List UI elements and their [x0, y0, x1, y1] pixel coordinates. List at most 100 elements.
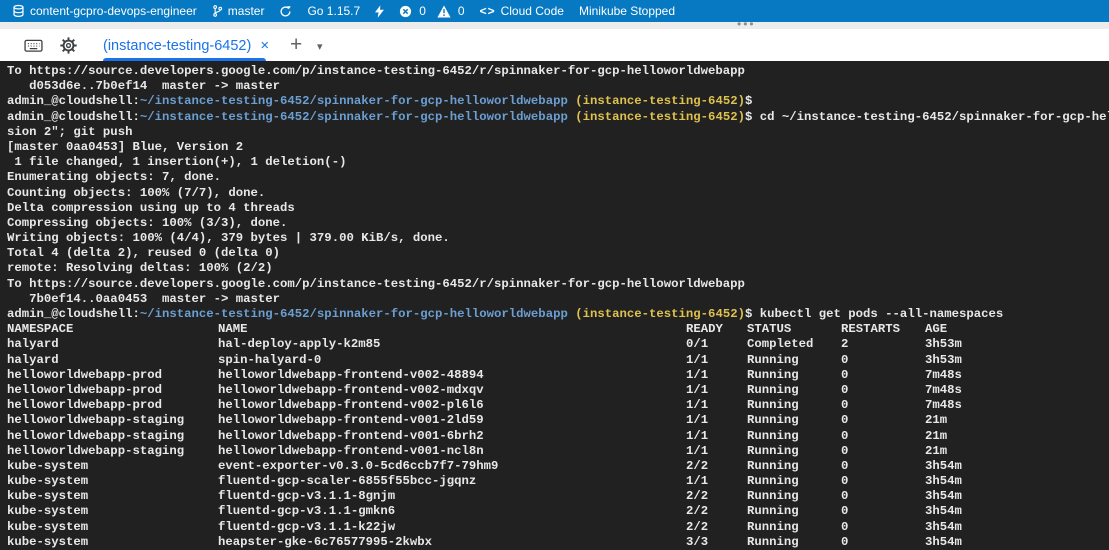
pod-cell: 7m48s [925, 383, 962, 398]
terminal-line: To https://source.developers.google.com/… [7, 277, 1109, 292]
pod-cell: halyard [7, 353, 59, 368]
pod-row: kube-systemfluentd-gcp-v3.1.1-gmkn62/2Ru… [7, 504, 1109, 519]
pod-cell: Running [747, 489, 799, 504]
terminal-line: Delta compression using up to 4 threads [7, 201, 1109, 216]
statusbar-minikube[interactable]: Minikube Stopped [579, 0, 675, 22]
pod-column-header: STATUS [747, 322, 791, 337]
pod-cell: 1/1 [686, 353, 708, 368]
statusbar-sync[interactable] [279, 0, 292, 22]
pod-cell: helloworldwebapp-frontend-v002-48894 [218, 368, 484, 383]
warning-count: 0 [458, 4, 465, 18]
pod-row: kube-systemheapster-gke-6c76577995-2kwbx… [7, 535, 1109, 550]
panel-splitter: ••• [0, 22, 1109, 29]
pod-cell: 1/1 [686, 444, 708, 459]
pod-cell: Running [747, 459, 799, 474]
pod-cell: kube-system [7, 520, 88, 535]
terminal-prompt-line: admin_@cloudshell:~/instance-testing-645… [7, 110, 1109, 125]
pod-cell: 0/1 [686, 337, 708, 352]
prompt-command: $ kubectl get pods --all-namespaces [745, 307, 1003, 321]
error-count: 0 [419, 4, 426, 18]
terminal-output[interactable]: To https://source.developers.google.com/… [0, 61, 1109, 550]
pod-cell: helloworldwebapp-frontend-v002-mdxqv [218, 383, 484, 398]
pod-cell: fluentd-gcp-v3.1.1-k22jw [218, 520, 395, 535]
pod-cell: 21m [925, 444, 947, 459]
pod-table-header: NAMESPACENAMEREADYSTATUSRESTARTSAGE [7, 322, 1109, 337]
prompt-path: ~/instance-testing-6452/spinnaker-for-gc… [140, 94, 568, 108]
statusbar-cloud-code[interactable]: <> Cloud Code [480, 0, 564, 22]
pod-cell: 7m48s [925, 368, 962, 383]
pod-cell: 0 [841, 383, 848, 398]
terminal-tab-bar: (instance-testing-6452) × + ▾ [0, 29, 1109, 61]
prompt-path: ~/instance-testing-6452/spinnaker-for-gc… [140, 307, 568, 321]
pod-column-header: AGE [925, 322, 947, 337]
pod-cell: 7m48s [925, 398, 962, 413]
statusbar-bolt[interactable] [375, 0, 384, 22]
statusbar-project[interactable]: content-gcpro-devops-engineer [12, 0, 197, 22]
pod-cell: 0 [841, 489, 848, 504]
pod-cell: 3h54m [925, 474, 962, 489]
pod-cell: 0 [841, 504, 848, 519]
pod-cell: 1/1 [686, 413, 708, 428]
pod-cell: 0 [841, 444, 848, 459]
new-tab-button[interactable]: + [284, 29, 308, 61]
terminal-text: remote: Resolving deltas: 100% (2/2) [7, 261, 273, 275]
terminal-text: 1 file changed, 1 insertion(+), 1 deleti… [7, 155, 346, 169]
terminal-line: Counting objects: 100% (7/7), done. [7, 186, 1109, 201]
pod-cell: 3h54m [925, 459, 962, 474]
statusbar-branch[interactable]: master [212, 0, 265, 22]
terminal-line: 1 file changed, 1 insertion(+), 1 deleti… [7, 155, 1109, 170]
pod-row: helloworldwebapp-staginghelloworldwebapp… [7, 429, 1109, 444]
pod-cell: 3h54m [925, 535, 962, 550]
pod-row: halyard hal-deploy-apply-k2m85 0/1 Complete… [7, 337, 1109, 352]
error-icon [399, 5, 412, 18]
statusbar-problems[interactable]: 0 0 [399, 0, 464, 22]
warning-icon [437, 5, 451, 18]
pod-cell: 3h54m [925, 520, 962, 535]
prompt-user: admin_@cloudshell: [7, 110, 140, 124]
terminal-line: d053d6e..7b0ef14 master -> master [7, 79, 1109, 94]
pod-cell: fluentd-gcp-v3.1.1-gmkn6 [218, 504, 395, 519]
tab-close-icon[interactable]: × [260, 38, 269, 53]
prompt-env: (instance-testing-6452) [575, 110, 745, 124]
pod-cell: 3h54m [925, 489, 962, 504]
go-version-label: Go 1.15.7 [307, 4, 360, 18]
pod-cell: helloworldwebapp-frontend-v001-ncl8n [218, 444, 484, 459]
pod-cell: 0 [841, 520, 848, 535]
terminal-line: Writing objects: 100% (4/4), 379 bytes |… [7, 231, 1109, 246]
keyboard-icon[interactable] [24, 38, 43, 56]
prompt-user: admin_@cloudshell: [7, 94, 140, 108]
terminal-text: Counting objects: 100% (7/7), done. [7, 186, 265, 200]
pod-cell: Completed [747, 337, 813, 352]
terminal-text: To https://source.developers.google.com/… [7, 64, 745, 78]
top-status-bar: content-gcpro-devops-engineer master Go … [0, 0, 1109, 22]
pod-cell: Running [747, 535, 799, 550]
pod-cell: Running [747, 429, 799, 444]
pod-cell: 0 [841, 413, 848, 428]
tab-label: (instance-testing-6452) [103, 38, 251, 54]
pod-cell: Running [747, 520, 799, 535]
terminal-text: [master 0aa0453] Blue, Version 2 [7, 140, 243, 154]
terminal-line: [master 0aa0453] Blue, Version 2 [7, 140, 1109, 155]
pod-row: kube-systemfluentd-gcp-scaler-6855f55bcc… [7, 474, 1109, 489]
terminal-text: Writing objects: 100% (4/4), 379 bytes |… [7, 231, 450, 245]
pod-cell: hal-deploy-apply-k2m85 [218, 337, 380, 352]
statusbar-go-version[interactable]: Go 1.15.7 [307, 0, 360, 22]
pod-column-header: NAME [218, 322, 248, 337]
pod-cell: Running [747, 413, 799, 428]
project-name: content-gcpro-devops-engineer [30, 4, 197, 18]
pod-cell: helloworldwebapp-prod [7, 383, 162, 398]
pod-cell: helloworldwebapp-prod [7, 368, 162, 383]
terminal-line: Total 4 (delta 2), reused 0 (delta 0) [7, 246, 1109, 261]
sync-icon [279, 5, 292, 18]
terminal-text: 7b0ef14..0aa0453 master -> master [7, 292, 280, 306]
gear-icon[interactable] [59, 36, 78, 58]
pod-cell: Running [747, 504, 799, 519]
prompt-env: (instance-testing-6452) [575, 307, 745, 321]
pod-cell: helloworldwebapp-frontend-v001-2ld59 [218, 413, 484, 428]
tab-options-caret-icon[interactable]: ▾ [311, 39, 329, 54]
pod-cell: halyard [7, 337, 59, 352]
terminal-tab-instance-testing-6452[interactable]: (instance-testing-6452) × [103, 33, 269, 58]
pod-cell: 1/1 [686, 368, 708, 383]
terminal-prompt-line: admin_@cloudshell:~/instance-testing-645… [7, 307, 1109, 322]
pod-cell: event-exporter-v0.3.0-5cd6ccb7f7-79hm9 [218, 459, 498, 474]
